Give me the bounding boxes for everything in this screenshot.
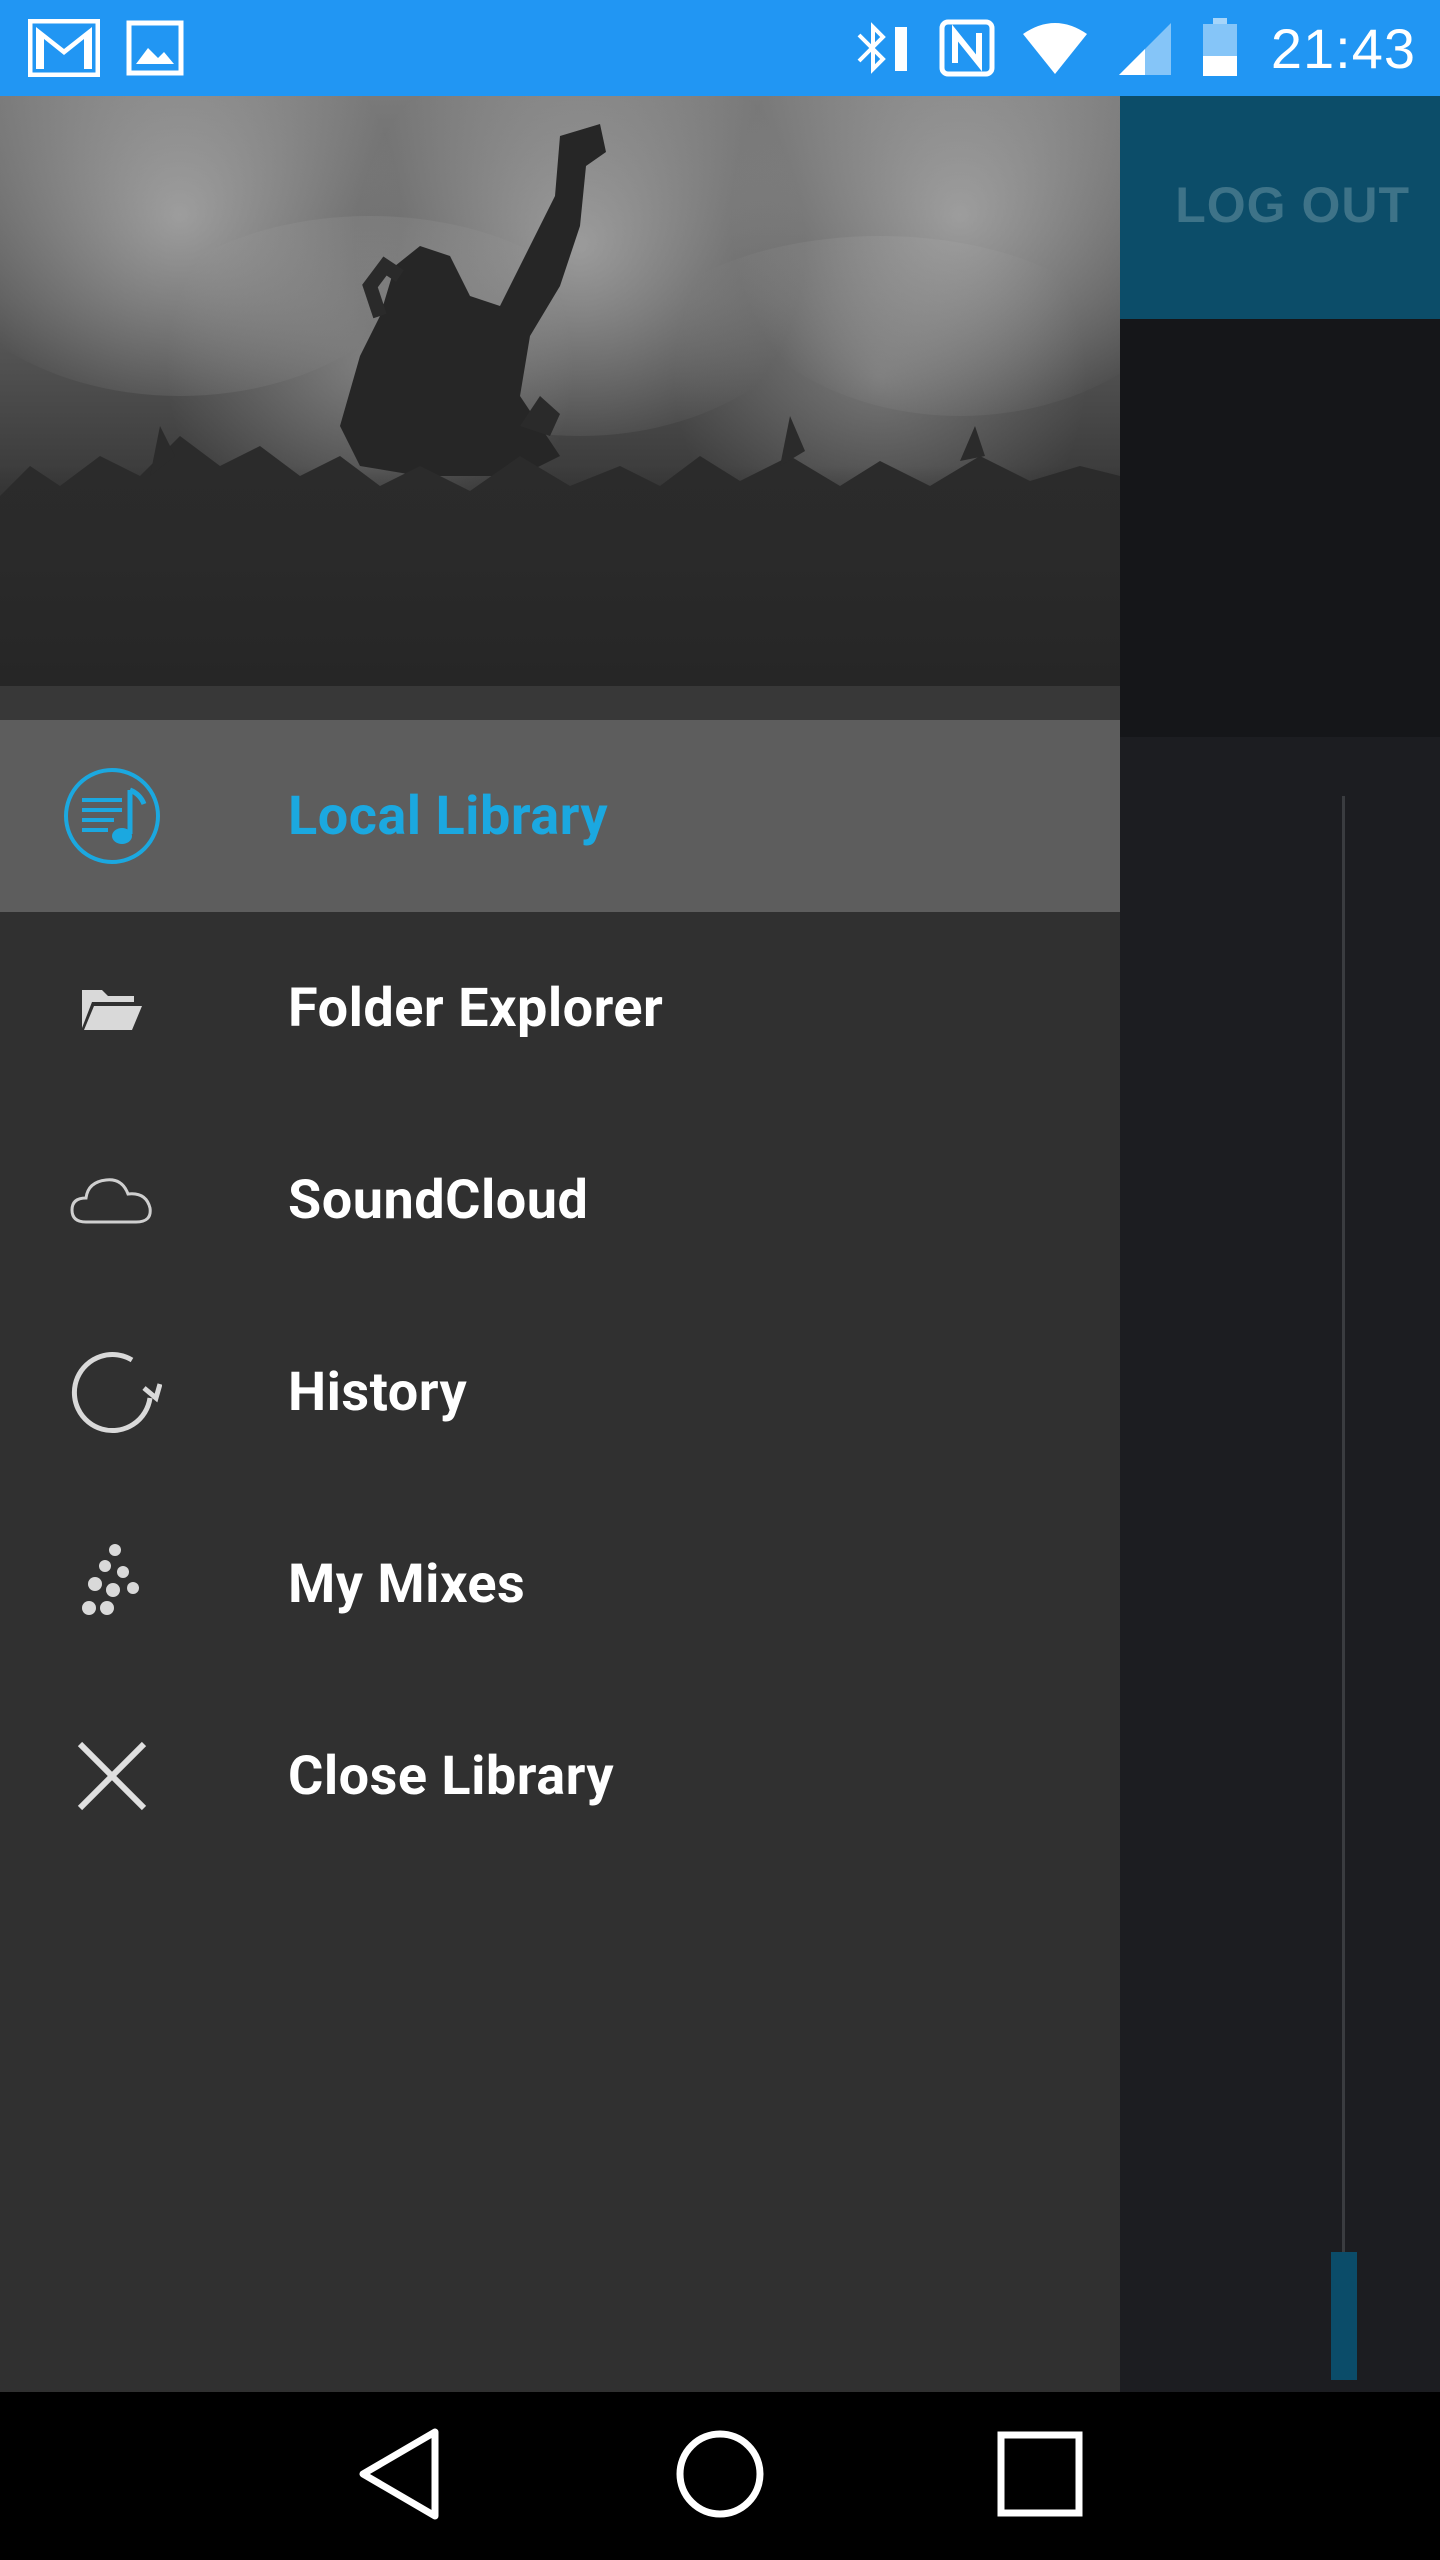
- drawer-header-image: [0, 96, 1120, 686]
- nfc-icon: [939, 19, 995, 77]
- background-content: [1120, 737, 1440, 2392]
- wifi-icon: [1021, 20, 1089, 76]
- menu-item-label: History: [288, 1360, 468, 1424]
- history-refresh-icon: [60, 1340, 164, 1444]
- status-bar: 21:43: [0, 0, 1440, 96]
- menu-item-folder-explorer[interactable]: Folder Explorer: [0, 912, 1120, 1104]
- gmail-icon: [28, 19, 100, 77]
- close-icon: [60, 1724, 164, 1828]
- menu-item-close-library[interactable]: Close Library: [0, 1680, 1120, 1872]
- folder-open-icon: [60, 956, 164, 1060]
- logout-button[interactable]: LOG OUT: [1175, 176, 1410, 234]
- home-circle-icon: [673, 2427, 767, 2525]
- menu-item-label: Folder Explorer: [288, 976, 664, 1040]
- menu-item-soundcloud[interactable]: SoundCloud: [0, 1104, 1120, 1296]
- back-triangle-icon: [355, 2426, 445, 2526]
- home-button[interactable]: [665, 2421, 775, 2531]
- recents-square-icon: [995, 2429, 1085, 2523]
- clock: 21:43: [1270, 16, 1416, 80]
- menu-item-label: Close Library: [288, 1744, 615, 1808]
- menu-item-local-library[interactable]: Local Library: [0, 720, 1120, 912]
- cloud-icon: [60, 1148, 164, 1252]
- music-library-icon: [60, 764, 164, 868]
- gallery-icon: [126, 20, 184, 76]
- background-scroll-track: [1342, 796, 1345, 2256]
- background-header-band: [1120, 319, 1440, 737]
- battery-icon: [1201, 18, 1239, 78]
- background-toolbar: LOG OUT: [1120, 96, 1440, 319]
- menu-item-label: Local Library: [288, 784, 609, 848]
- system-nav-bar: [0, 2392, 1440, 2560]
- menu-item-my-mixes[interactable]: My Mixes: [0, 1488, 1120, 1680]
- menu-item-label: My Mixes: [288, 1552, 526, 1616]
- back-button[interactable]: [345, 2421, 455, 2531]
- menu-item-label: SoundCloud: [288, 1168, 589, 1232]
- navigation-drawer: Local Library Folder Explorer SoundCloud: [0, 96, 1120, 2392]
- cell-signal-icon: [1115, 19, 1175, 77]
- background-scroll-thumb[interactable]: [1331, 2252, 1357, 2380]
- drawer-menu: Local Library Folder Explorer SoundCloud: [0, 720, 1120, 1872]
- drawer-header-divider: [0, 686, 1120, 720]
- recents-button[interactable]: [985, 2421, 1095, 2531]
- bluetooth-icon: [851, 19, 913, 77]
- menu-item-history[interactable]: History: [0, 1296, 1120, 1488]
- mixes-dots-icon: [60, 1532, 164, 1636]
